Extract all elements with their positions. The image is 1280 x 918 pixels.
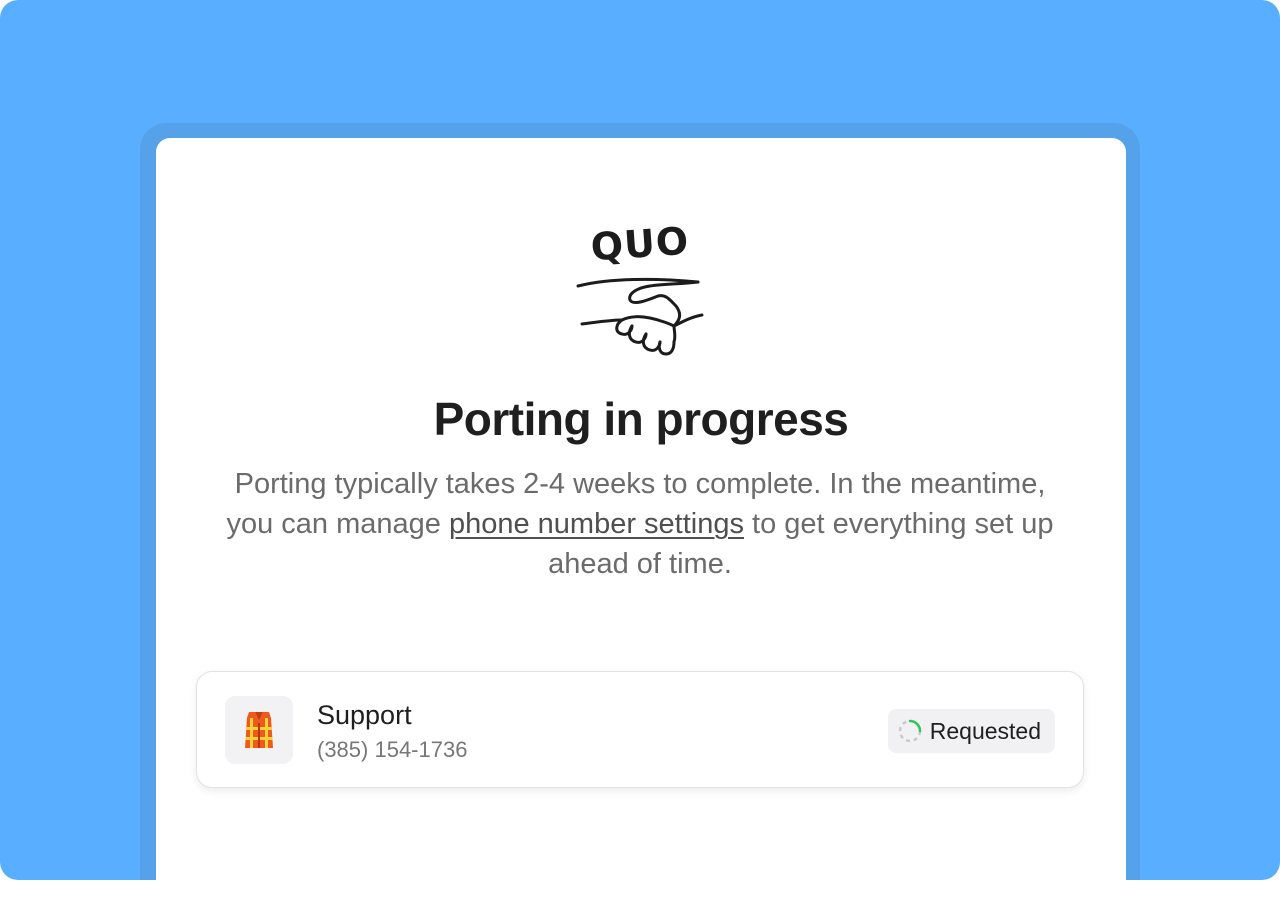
- brand-logo: QUO: [570, 219, 710, 362]
- status-badge: Requested: [887, 709, 1055, 753]
- phone-number-settings-link[interactable]: phone number settings: [449, 508, 744, 540]
- phone-number: (385) 154-1736: [317, 737, 468, 762]
- brand-name: QUO: [589, 218, 691, 270]
- handshake-icon: [576, 277, 704, 356]
- status-label: Requested: [929, 717, 1041, 744]
- page-title: Porting in progress: [433, 393, 849, 445]
- number-name: Support: [317, 700, 412, 730]
- page-description: Porting typically takes 2-4 weeks to com…: [220, 464, 1060, 584]
- porting-number-row[interactable]: Support (385) 154-1736 Requested: [196, 671, 1084, 788]
- progress-spinner-icon: [898, 719, 921, 743]
- safety-vest-icon: [225, 696, 293, 764]
